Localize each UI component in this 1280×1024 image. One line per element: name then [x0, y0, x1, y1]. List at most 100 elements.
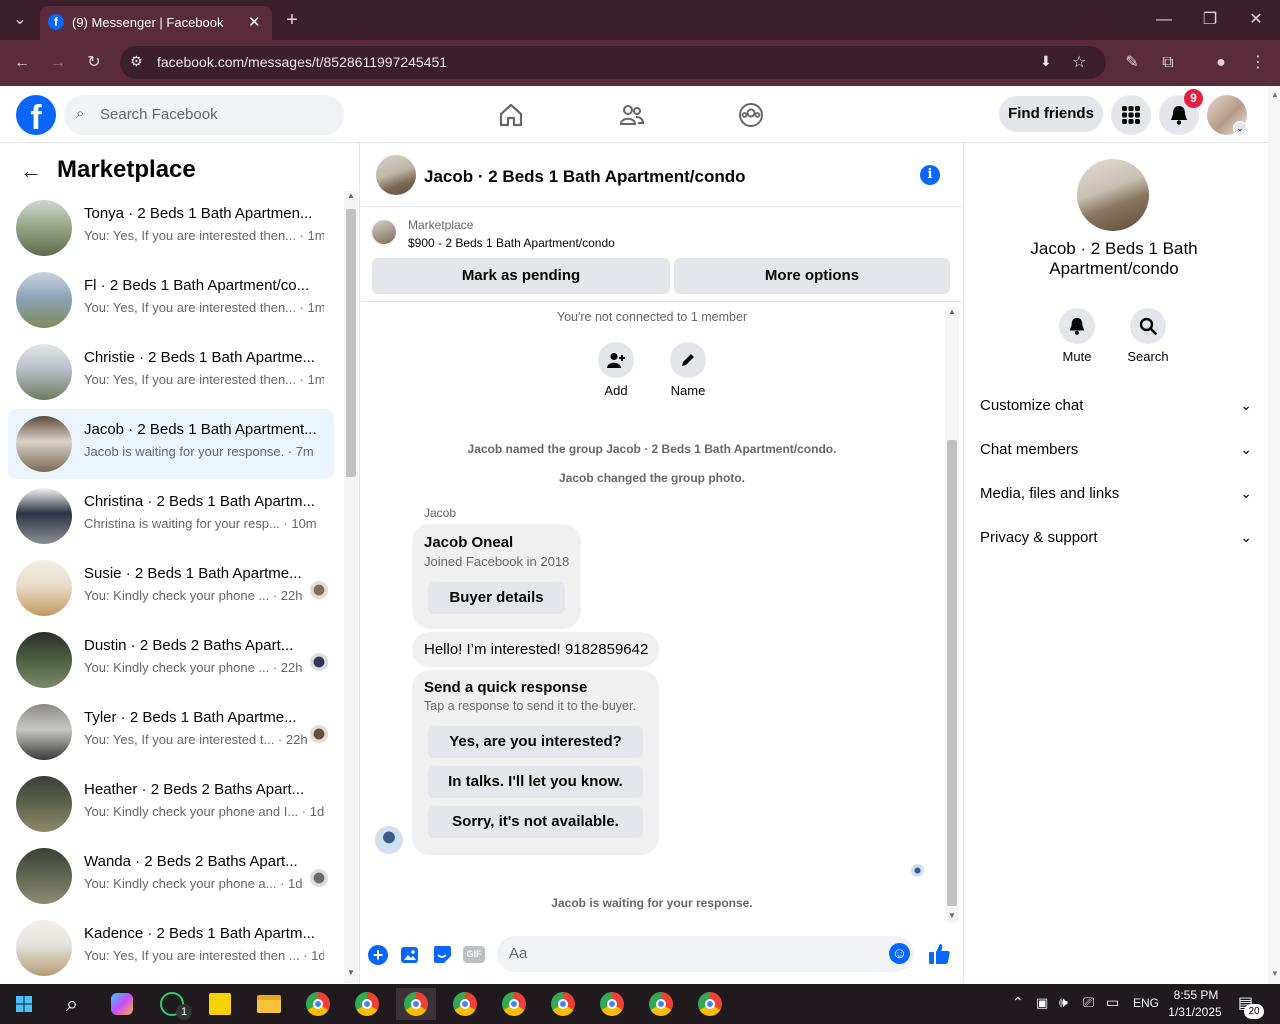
chrome-taskbar-icon[interactable] — [445, 988, 485, 1020]
language-indicator[interactable]: ENG — [1133, 996, 1159, 1010]
facebook-search-input[interactable]: ⌕ Search Facebook — [64, 95, 344, 135]
chrome-taskbar-icon[interactable] — [641, 988, 681, 1020]
menu-grid-button[interactable] — [1111, 95, 1151, 135]
chat-scrollbar[interactable]: ▲ ▼ — [945, 307, 959, 923]
mark-pending-button[interactable]: Mark as pending — [372, 258, 670, 294]
conversation-avatar — [16, 848, 72, 904]
chrome-taskbar-icon[interactable] — [347, 988, 387, 1020]
conversation-item[interactable]: Heather · 2 Beds 2 Baths Apart... You: Ki… — [8, 769, 334, 839]
emoji-icon[interactable]: ☺ — [889, 943, 910, 964]
more-options-button[interactable]: More options — [674, 258, 950, 294]
sticker-icon[interactable] — [432, 944, 453, 965]
quick-reply-button[interactable]: In talks. I'll let you know. — [428, 766, 643, 798]
conversation-item[interactable]: Tonya · 2 Beds 1 Bath Apartmen... You: Ye… — [8, 193, 334, 263]
conversation-item[interactable]: Christie · 2 Beds 1 Bath Apartme... You: … — [8, 337, 334, 407]
tray-chevron-icon[interactable]: ⌃ — [1012, 994, 1024, 1011]
conversation-item[interactable]: Kadence · 2 Beds 1 Bath Apartm... You: Ye… — [8, 913, 334, 983]
gif-icon[interactable]: GIF — [463, 946, 485, 963]
section-privacy-support[interactable]: Privacy & support ⌄ — [980, 529, 1252, 546]
list-scrollbar[interactable]: ▲ ▼ — [344, 191, 358, 983]
tab-close-icon[interactable]: ✕ — [248, 13, 261, 31]
listing-thumbnail[interactable] — [372, 220, 396, 244]
volume-icon[interactable]: 🕪 — [1059, 994, 1068, 1011]
taskbar-search-icon[interactable]: ⌕ — [52, 988, 92, 1020]
profile-icon[interactable]: ● — [1207, 49, 1235, 77]
url-field[interactable]: ⚙ facebook.com/messages/t/85286119972454… — [120, 46, 1106, 79]
friends-icon[interactable] — [619, 102, 645, 128]
conversation-item[interactable]: Tyler · 2 Beds 1 Bath Apartme... You: Yes… — [8, 697, 334, 767]
chrome-taskbar-icon[interactable] — [298, 988, 338, 1020]
battery-icon[interactable]: ▭ — [1106, 994, 1119, 1011]
conversation-item[interactable]: Wanda · 2 Beds 2 Baths Apart... You: Kind… — [8, 841, 334, 911]
message-input[interactable]: Aa ☺ — [497, 936, 914, 972]
name-group-button[interactable] — [670, 342, 706, 378]
scroll-down-icon[interactable]: ▼ — [347, 968, 355, 977]
quick-reply-button[interactable]: Yes, are you interested? — [428, 726, 643, 758]
restore-icon[interactable]: ❐ — [1196, 6, 1224, 34]
add-member-button[interactable] — [598, 342, 634, 378]
page-scrollbar[interactable]: ▲ ▼ — [1268, 86, 1280, 984]
chat-title[interactable]: Jacob · 2 Beds 1 Bath Apartment/condo — [424, 167, 745, 187]
chrome-taskbar-icon[interactable] — [543, 988, 583, 1020]
home-icon[interactable] — [498, 102, 524, 128]
scroll-up-icon[interactable]: ▲ — [347, 191, 355, 200]
scroll-down-icon[interactable]: ▼ — [1271, 969, 1279, 978]
conversation-item[interactable]: Fl · 2 Beds 1 Bath Apartment/co... You: Y… — [8, 265, 334, 335]
groups-icon[interactable] — [738, 102, 764, 128]
find-friends-button[interactable]: Find friends — [999, 96, 1103, 132]
conversation-item[interactable]: Dustin · 2 Beds 2 Baths Apart... You: Kin… — [8, 625, 334, 695]
listing-title[interactable]: $900 - 2 Beds 1 Bath Apartment/condo — [408, 236, 615, 250]
close-window-icon[interactable]: ✕ — [1242, 6, 1270, 34]
clock-time[interactable]: 8:55 PM — [1166, 988, 1226, 1002]
forward-icon[interactable]: → — [44, 49, 72, 77]
bookmark-star-icon[interactable]: ☆ — [1072, 52, 1086, 72]
install-icon[interactable]: ⬇ — [1040, 53, 1052, 70]
chevron-down-icon[interactable]: ⌄ — [1233, 121, 1247, 135]
chrome-taskbar-icon[interactable] — [396, 988, 436, 1020]
sender-avatar[interactable] — [375, 826, 403, 854]
thumbs-up-icon[interactable] — [928, 943, 951, 965]
clock-date[interactable]: 1/31/2025 — [1162, 1005, 1228, 1019]
plus-icon[interactable]: + — [368, 945, 388, 965]
conversation-item[interactable]: Christina · 2 Beds 1 Bath Apartm... Chris… — [8, 481, 334, 551]
browser-tab[interactable]: f (9) Messenger | Facebook ✕ — [40, 6, 272, 40]
chrome-taskbar-icon[interactable] — [494, 988, 534, 1020]
buyer-details-button[interactable]: Buyer details — [428, 582, 565, 614]
chrome-taskbar-icon[interactable] — [690, 988, 730, 1020]
windows-start-icon[interactable] — [4, 988, 44, 1020]
section-media-files[interactable]: Media, files and links ⌄ — [980, 485, 1252, 502]
file-explorer-icon[interactable] — [249, 988, 289, 1020]
back-arrow-icon[interactable]: ← — [20, 158, 42, 184]
facebook-logo-icon[interactable]: f — [16, 95, 56, 135]
chat-scroll-thumb[interactable] — [947, 440, 957, 906]
meet-icon[interactable]: ▣ — [1036, 995, 1048, 1011]
scroll-up-icon[interactable]: ▲ — [948, 307, 956, 316]
chat-group-avatar[interactable] — [376, 155, 416, 195]
network-icon[interactable]: ⎚ — [1083, 994, 1094, 1011]
photo-icon[interactable] — [400, 944, 421, 965]
section-customize-chat[interactable]: Customize chat ⌄ — [980, 397, 1252, 414]
tab-search-icon[interactable]: ⌄ — [6, 6, 34, 34]
search-chat-button[interactable] — [1130, 308, 1166, 344]
conversation-item[interactable]: Jacob · 2 Beds 1 Bath Apartment... Jacob … — [8, 409, 334, 479]
chrome-menu-icon[interactable]: ⋮ — [1244, 49, 1272, 77]
new-tab-icon[interactable]: + — [278, 6, 306, 34]
chrome-taskbar-icon[interactable] — [592, 988, 632, 1020]
info-icon[interactable]: i — [920, 165, 940, 185]
site-info-icon[interactable]: ⚙ — [130, 53, 143, 70]
reload-icon[interactable]: ↻ — [80, 49, 108, 77]
scroll-up-icon[interactable]: ▲ — [1271, 90, 1279, 99]
group-photo[interactable] — [1077, 159, 1149, 231]
sticky-notes-icon[interactable] — [200, 988, 240, 1020]
conversation-item[interactable]: Susie · 2 Beds 1 Bath Apartme... You: Kin… — [8, 553, 334, 623]
mute-button[interactable] — [1059, 308, 1095, 344]
scroll-down-icon[interactable]: ▼ — [948, 911, 956, 920]
minimize-icon[interactable]: — — [1150, 6, 1178, 34]
back-icon[interactable]: ← — [8, 49, 36, 77]
list-scroll-thumb[interactable] — [346, 209, 356, 477]
copilot-icon[interactable] — [102, 988, 142, 1020]
extensions-icon[interactable]: ⧉ — [1154, 49, 1182, 77]
section-chat-members[interactable]: Chat members ⌄ — [980, 441, 1252, 458]
pen-icon[interactable]: ✎ — [1118, 49, 1146, 77]
quick-reply-button[interactable]: Sorry, it's not available. — [428, 806, 643, 838]
